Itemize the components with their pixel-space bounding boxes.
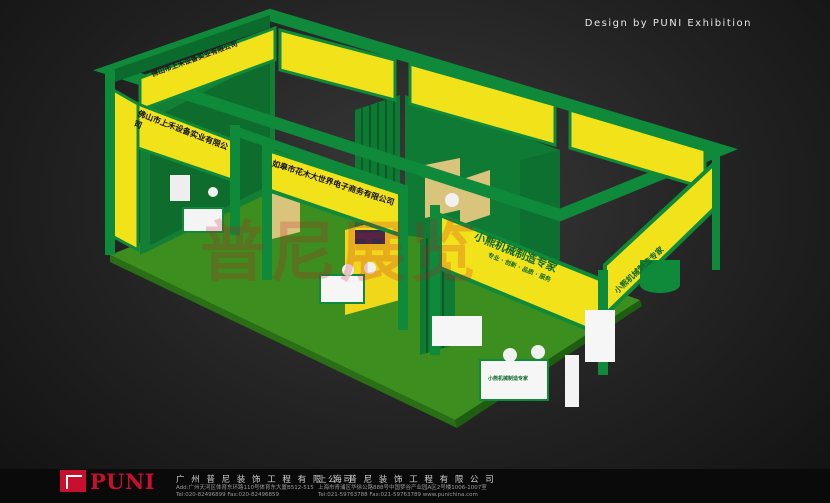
shanghai-phone: Tel:021-59763788 Fax:021-59763789 www.pu…	[318, 492, 478, 498]
shanghai-address: 上海市青浦区华徐公路888号中国梦谷产业园A区2号楼1006-1007室	[318, 485, 487, 491]
watermark: 普尼展览	[200, 214, 480, 291]
footer-shanghai: 上 海 普 尼 装 饰 工 程 有 限 公 司 上海市青浦区华徐公路888号中国…	[318, 473, 496, 499]
counter-right-label: 小熊机械制造专家	[488, 376, 529, 382]
puni-logo-text: PUNI	[90, 468, 156, 494]
puni-logo: PUNI	[60, 468, 170, 494]
exhibition-render: Design by PUNI Exhibition 普尼展览 佛山市上禾设备实业…	[0, 0, 830, 503]
shanghai-company: 上 海 普 尼 装 饰 工 程 有 限 公 司	[318, 475, 496, 485]
puni-logo-icon	[60, 470, 86, 492]
booth-render: 普尼展览	[93, 8, 739, 428]
